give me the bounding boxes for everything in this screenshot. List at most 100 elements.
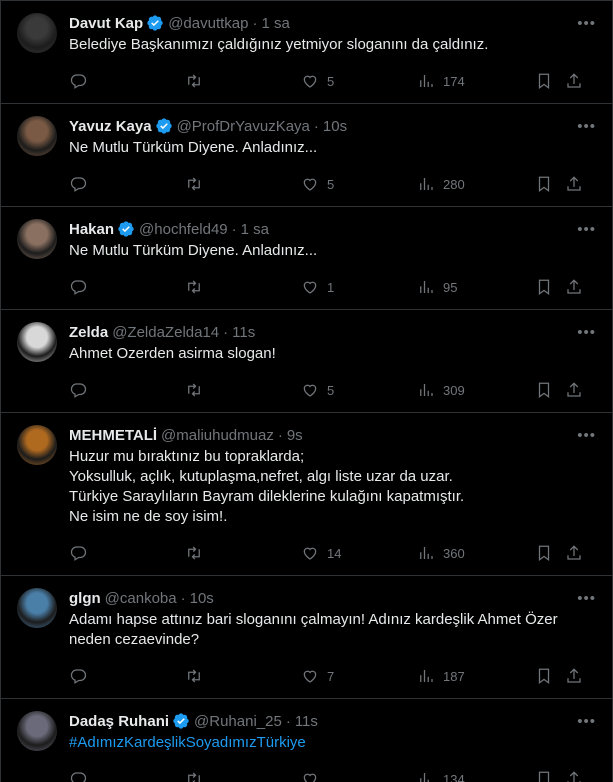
tweet[interactable]: Yavuz Kaya @ProfDrYavuzKaya · 10s Ne Mut… <box>1 104 612 207</box>
retweet-icon <box>188 177 200 191</box>
retweet-button[interactable] <box>185 544 301 562</box>
like-button[interactable]: 14 <box>301 544 417 562</box>
share-button[interactable] <box>565 175 583 193</box>
share-button[interactable] <box>565 72 583 90</box>
avatar[interactable] <box>17 219 57 259</box>
tweet-time[interactable]: 10s <box>190 590 214 607</box>
author-handle[interactable]: @cankoba <box>105 590 177 607</box>
like-count: 7 <box>327 668 335 684</box>
reply-button[interactable] <box>69 72 185 90</box>
bookmark-button[interactable] <box>535 278 565 296</box>
reply-icon <box>70 546 87 561</box>
avatar[interactable] <box>17 322 57 362</box>
reply-feed: Davut Kap @davuttkap · 1 sa Belediye Baş… <box>0 0 613 782</box>
views-icon <box>420 75 433 87</box>
tweet-time[interactable]: 10s <box>323 118 347 135</box>
views-button[interactable]: 280 <box>417 175 535 193</box>
like-button[interactable]: 7 <box>301 667 417 685</box>
views-button[interactable]: 95 <box>417 278 535 296</box>
reply-button[interactable] <box>69 278 185 296</box>
separator-dot: · <box>285 712 291 730</box>
tweet-time[interactable]: 11s <box>295 713 318 730</box>
avatar[interactable] <box>17 13 57 53</box>
tweet-time[interactable]: 1 sa <box>261 15 289 32</box>
retweet-button[interactable] <box>185 770 301 782</box>
separator-dot: · <box>277 426 283 444</box>
author-handle[interactable]: @Ruhani_25 <box>194 713 282 730</box>
bookmark-button[interactable] <box>535 770 565 782</box>
reply-button[interactable] <box>69 381 185 399</box>
author-name[interactable]: Dadaş Ruhani <box>69 713 169 730</box>
tweet-time[interactable]: 1 sa <box>241 221 269 238</box>
share-button[interactable] <box>565 278 583 296</box>
share-icon <box>567 668 581 683</box>
bookmark-button[interactable] <box>535 381 565 399</box>
bookmark-button[interactable] <box>535 72 565 90</box>
retweet-button[interactable] <box>185 381 301 399</box>
like-button[interactable]: 5 <box>301 175 417 193</box>
more-icon[interactable]: ••• <box>577 427 596 444</box>
tweet-header: Hakan @hochfeld49 · 1 sa <box>69 219 596 239</box>
tweet[interactable]: Dadaş Ruhani @Ruhani_25 · 11s #AdımızKar… <box>1 699 612 782</box>
views-button[interactable]: 360 <box>417 544 535 562</box>
author-handle[interactable]: @maliuhudmuaz <box>161 427 274 444</box>
reply-button[interactable] <box>69 667 185 685</box>
author-handle[interactable]: @hochfeld49 <box>139 221 228 238</box>
retweet-button[interactable] <box>185 667 301 685</box>
more-icon[interactable]: ••• <box>577 118 596 135</box>
share-button[interactable] <box>565 544 583 562</box>
more-icon[interactable]: ••• <box>577 713 596 730</box>
tweet[interactable]: MEHMETALİ @maliuhudmuaz · 9s Huzur mu bı… <box>1 413 612 576</box>
author-name[interactable]: MEHMETALİ <box>69 427 157 444</box>
more-icon[interactable]: ••• <box>577 15 596 32</box>
views-count: 309 <box>443 382 465 398</box>
tweet[interactable]: Hakan @hochfeld49 · 1 sa Ne Mutlu Türküm… <box>1 207 612 310</box>
views-button[interactable]: 174 <box>417 72 535 90</box>
tweet[interactable]: Davut Kap @davuttkap · 1 sa Belediye Baş… <box>1 0 612 104</box>
author-handle[interactable]: @ProfDrYavuzKaya <box>177 118 310 135</box>
bookmark-button[interactable] <box>535 667 565 685</box>
retweet-button[interactable] <box>185 278 301 296</box>
like-button[interactable] <box>301 770 417 782</box>
author-handle[interactable]: @davuttkap <box>168 15 248 32</box>
more-icon[interactable]: ••• <box>577 590 596 607</box>
bookmark-icon <box>538 176 550 193</box>
views-button[interactable]: 187 <box>417 667 535 685</box>
reply-button[interactable] <box>69 544 185 562</box>
views-button[interactable]: 309 <box>417 381 535 399</box>
like-button[interactable]: 5 <box>301 72 417 90</box>
like-count: 1 <box>327 279 335 295</box>
author-name[interactable]: Davut Kap <box>69 15 143 32</box>
like-button[interactable]: 5 <box>301 381 417 399</box>
more-icon[interactable]: ••• <box>577 324 596 341</box>
author-name[interactable]: Yavuz Kaya <box>69 118 152 135</box>
tweet[interactable]: glgn @cankoba · 10s Adamı hapse attınız … <box>1 576 612 699</box>
tweet-content: MEHMETALİ @maliuhudmuaz · 9s Huzur mu bı… <box>69 425 596 575</box>
tweet[interactable]: Zelda @ZeldaZelda14 · 11s Ahmet Ozerden … <box>1 310 612 413</box>
avatar[interactable] <box>17 116 57 156</box>
reply-button[interactable] <box>69 770 185 782</box>
retweet-button[interactable] <box>185 72 301 90</box>
tweet-time[interactable]: 11s <box>232 324 255 341</box>
avatar[interactable] <box>17 711 57 751</box>
tweet-time[interactable]: 9s <box>287 427 303 444</box>
avatar[interactable] <box>17 425 57 465</box>
tweet-content: glgn @cankoba · 10s Adamı hapse attınız … <box>69 588 596 698</box>
share-button[interactable] <box>565 667 583 685</box>
separator-dot: · <box>231 220 237 238</box>
author-name[interactable]: Zelda <box>69 324 108 341</box>
bookmark-button[interactable] <box>535 544 565 562</box>
views-count: 174 <box>443 73 465 89</box>
like-button[interactable]: 1 <box>301 278 417 296</box>
avatar[interactable] <box>17 588 57 628</box>
share-button[interactable] <box>565 770 583 782</box>
author-handle[interactable]: @ZeldaZelda14 <box>112 324 219 341</box>
views-button[interactable]: 134 <box>417 770 535 782</box>
bookmark-button[interactable] <box>535 175 565 193</box>
share-button[interactable] <box>565 381 583 399</box>
more-icon[interactable]: ••• <box>577 221 596 238</box>
retweet-button[interactable] <box>185 175 301 193</box>
author-name[interactable]: Hakan <box>69 221 114 238</box>
author-name[interactable]: glgn <box>69 590 101 607</box>
reply-button[interactable] <box>69 175 185 193</box>
